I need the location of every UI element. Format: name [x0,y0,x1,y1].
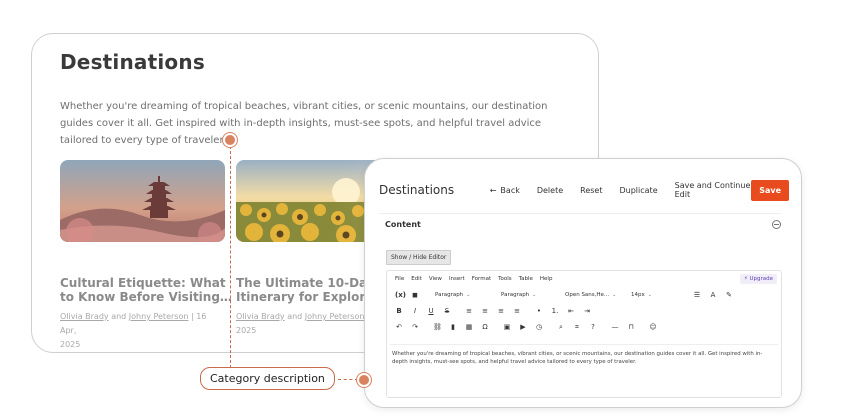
post-card[interactable]: Cultural Etiquette: What to Know Before … [60,160,232,352]
editor-toolbar-2: B I U S ≡ ≡ ≡ ≡ • 1. ⇤ ⇥ [387,303,781,319]
reset-button[interactable]: Reset [580,186,602,195]
duplicate-button[interactable]: Duplicate [620,186,658,195]
callout-dot [223,133,237,147]
rich-text-editor: File Edit View Insert Format Tools Table… [386,270,782,398]
menu-format[interactable]: Format [472,276,491,282]
callout-connector [230,146,231,368]
upgrade-button[interactable]: ⚡ Upgrade [739,274,777,284]
datetime-icon[interactable]: ◷ [535,323,543,331]
link-icon[interactable]: ⛓ [433,323,442,331]
chevron-down-icon: ⌄ [466,292,471,298]
menu-help[interactable]: Help [540,276,553,282]
category-description: Whether you're dreaming of tropical beac… [60,101,548,146]
horizontal-rule-icon[interactable]: — [611,323,619,331]
page-break-icon[interactable]: ⊓ [627,323,635,331]
admin-header: Destinations ← Back Delete Reset Duplica… [373,177,789,203]
outdent-icon[interactable]: ⇤ [567,307,575,315]
image-icon[interactable]: ▣ [503,323,511,331]
help-icon[interactable]: ? [589,323,597,331]
author-link[interactable]: Olivia Brady [60,312,109,321]
chevron-down-icon: ⌄ [647,292,652,298]
code-icon[interactable]: ⌗ [573,323,581,332]
admin-editor-card: Destinations ← Back Delete Reset Duplica… [364,158,802,408]
text-color-icon[interactable]: A [709,291,717,299]
bookmark-icon[interactable]: ▮ [449,323,457,331]
font-size-select[interactable]: 14px ⌄ [631,292,685,298]
bullet-list-icon[interactable]: • [535,307,543,315]
editor-toolbar-1: (x) ◼ Paragraph ⌄ Paragraph ⌄ Open Sans,He… [387,287,781,303]
delete-button[interactable]: Delete [537,186,563,195]
redo-icon[interactable]: ↷ [411,323,419,331]
post-meta: Olivia Brady and Johny Peterson | 16 Apr… [60,312,207,349]
admin-title: Destinations [379,183,455,197]
emoji-icon[interactable]: ☺ [649,323,657,331]
admin-actions: ← Back Delete Reset Duplicate Save and C… [490,181,751,199]
page-title: Destinations [60,50,205,74]
cube-icon[interactable]: ◼ [411,291,419,299]
numbered-list-icon[interactable]: 1. [551,307,559,315]
line-height-icon[interactable]: ☰ [693,291,701,299]
underline-icon[interactable]: U [427,307,435,315]
callout-connector [338,379,358,380]
menu-table[interactable]: Table [519,276,533,282]
save-continue-button[interactable]: Save and Continue Edit [675,181,752,199]
callout-dot [357,373,371,387]
author-link[interactable]: Johny Peterson [305,312,365,321]
special-char-icon[interactable]: Ω [481,323,489,331]
callout-label: Category description [200,367,335,390]
menu-edit[interactable]: Edit [411,276,422,282]
block-select-2[interactable]: Paragraph ⌄ [501,292,557,298]
editor-toolbar-3: ↶ ↷ ⛓ ▮ ▦ Ω ▣ ▶ ◷ ⌕ ⌗ ? — ⊓ ☺ [387,319,781,335]
editor-menubar: File Edit View Insert Format Tools Table… [387,271,781,287]
pagoda-image [60,160,225,242]
variable-icon[interactable]: (x) [395,291,406,299]
align-left-icon[interactable]: ≡ [465,307,473,315]
content-label: Content [385,220,421,229]
content-section-header[interactable]: Content [379,213,781,235]
font-select[interactable]: Open Sans,He... ⌄ [565,292,623,298]
highlight-icon[interactable]: ✎ [725,291,733,299]
toggle-editor-button[interactable]: Show / Hide Editor [386,250,452,265]
block-select-1[interactable]: Paragraph ⌄ [435,292,493,298]
menu-tools[interactable]: Tools [498,276,512,282]
back-button[interactable]: ← Back [490,186,520,195]
align-justify-icon[interactable]: ≡ [513,307,521,315]
post-title[interactable]: Cultural Etiquette: What to Know Before … [60,276,232,304]
italic-icon[interactable]: I [411,307,419,315]
media-icon[interactable]: ▶ [519,323,527,331]
menu-file[interactable]: File [395,276,404,282]
menu-insert[interactable]: Insert [449,276,465,282]
save-button[interactable]: Save [751,179,789,201]
search-icon[interactable]: ⌕ [557,323,565,332]
indent-icon[interactable]: ⇥ [583,307,591,315]
align-center-icon[interactable]: ≡ [481,307,489,315]
arrow-left-icon: ← [489,185,497,195]
bold-icon[interactable]: B [395,307,403,315]
post-thumbnail[interactable] [60,160,225,242]
chevron-down-icon: ⌄ [612,292,617,298]
undo-icon[interactable]: ↶ [395,323,403,331]
author-link[interactable]: Olivia Brady [236,312,285,321]
editor-content[interactable]: Whether you're dreaming of tropical beac… [390,344,778,371]
table-icon[interactable]: ▦ [465,323,473,331]
align-right-icon[interactable]: ≡ [497,307,505,315]
author-link[interactable]: Johny Peterson [129,312,189,321]
menu-view[interactable]: View [429,276,442,282]
collapse-icon[interactable] [772,220,781,229]
chevron-down-icon: ⌄ [532,292,537,298]
upgrade-icon: ⚡ [743,276,748,282]
strikethrough-icon[interactable]: S [443,307,451,315]
